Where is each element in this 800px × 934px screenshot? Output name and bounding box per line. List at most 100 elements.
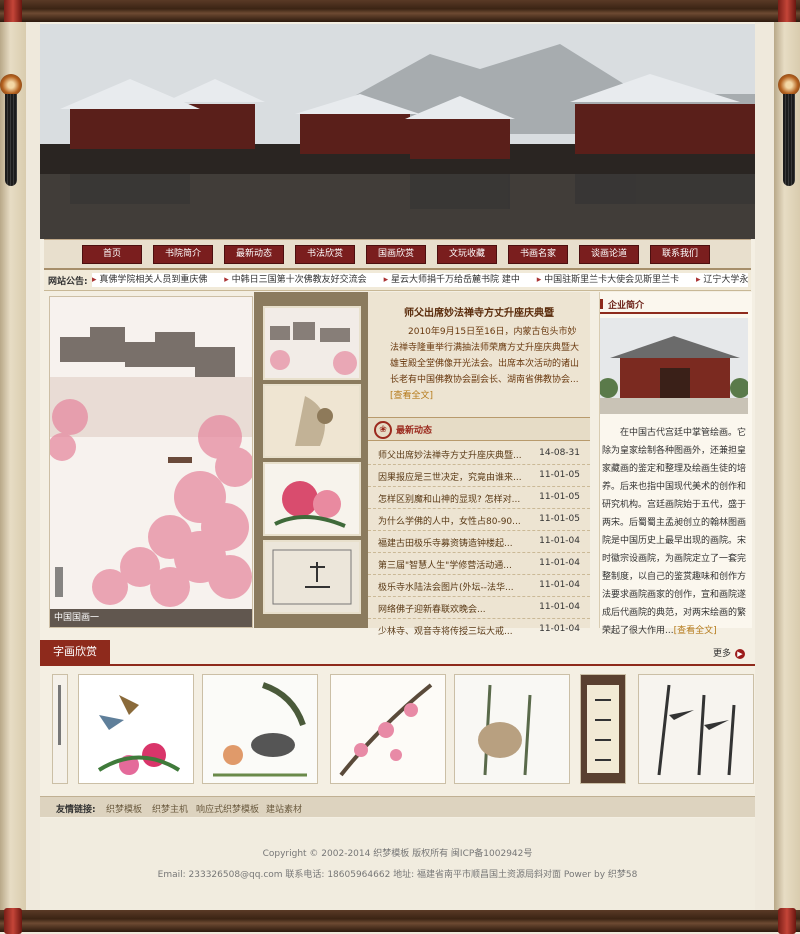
news-date: 11-01-04 [539, 624, 580, 634]
latest-news-title: 最新动态 [396, 426, 433, 436]
notice-item[interactable]: 星云大师捐千万给岳麓书院 建中 [384, 273, 520, 287]
more-label[interactable]: 更多 [713, 649, 731, 659]
nav-item-home[interactable]: 首页 [82, 245, 142, 264]
rod-end-right [778, 0, 796, 24]
notice-item[interactable]: 中韩日三国第十次佛教友好交流会 [224, 273, 367, 287]
rod-end-left [4, 0, 22, 24]
intro-image [598, 318, 750, 414]
news-date: 14-08-31 [539, 448, 580, 458]
news-date: 11-01-04 [539, 558, 580, 568]
nav-item-news[interactable]: 最新动态 [224, 245, 284, 264]
friend-link[interactable]: 织梦主机 [152, 802, 188, 815]
friend-links-label: 友情链接: [56, 805, 96, 815]
news-date: 11-01-05 [539, 470, 580, 480]
news-title[interactable]: 因果报应是三世决定，究竟由谁来... [378, 470, 528, 483]
news-date: 11-01-04 [539, 536, 580, 546]
thumbnail[interactable] [263, 462, 361, 536]
scroll-bottom-rod [0, 908, 800, 934]
gallery-item[interactable] [52, 674, 68, 784]
ornament-icon-right [778, 74, 800, 96]
featured-painting[interactable]: 中国国画一 [49, 296, 253, 628]
friend-link[interactable]: 织梦模板 [106, 802, 142, 815]
news-row[interactable]: 师父出席妙法禅寺方丈升座庆典暨... 14-08-31 [368, 443, 590, 465]
intro-text: 在中国古代宫廷中掌管绘画。它除为皇家绘制各种图画外，还兼担皇家藏画的鉴定和整理及… [602, 428, 747, 636]
notice-item[interactable]: 真佛学院相关人员到重庆佛 [92, 273, 207, 287]
notice-marquee: 真佛学院相关人员到重庆佛 中韩日三国第十次佛教友好交流会 星云大师捐千万给岳麓书… [92, 273, 748, 287]
news-row[interactable]: 怎样区别魔和山神的显现? 怎样对... 11-01-05 [368, 487, 590, 509]
feature-read-more-link[interactable]: [查看全文] [390, 391, 433, 401]
friend-link[interactable]: 响应式织梦模板 [196, 802, 259, 815]
nav-item-painting[interactable]: 国画欣赏 [366, 245, 426, 264]
rod-end-left [4, 908, 22, 934]
tassel-icon-left [5, 94, 17, 186]
news-row[interactable]: 网络佛子迎新春联欢晚会... 11-01-04 [368, 597, 590, 619]
latest-news-header: ❀ 最新动态 [368, 417, 590, 441]
scroll-top-rod [0, 0, 800, 24]
notice-item[interactable]: 中国驻斯里兰卡大使会见斯里兰卡 [537, 273, 679, 287]
tassel-icon-right [783, 94, 795, 186]
gallery-item[interactable] [580, 674, 626, 784]
feature-summary: 2010年9月15日至16日，内蒙古包头市妙法禅寺隆重举行满抽法师荣膺方丈升座庆… [390, 324, 580, 404]
rod-end-right [778, 908, 796, 934]
news-row[interactable]: 极乐寺水陆法会图片(外坛--法华... 11-01-04 [368, 575, 590, 597]
notice-bar: 网站公告: 真佛学院相关人员到重庆佛 中韩日三国第十次佛教友好交流会 星云大师捐… [44, 270, 751, 291]
gallery-item[interactable] [78, 674, 194, 784]
gallery-title: 字画欣赏 [40, 640, 110, 664]
news-title[interactable]: 极乐寺水陆法会图片(外坛--法华... [378, 580, 528, 593]
nav-item-artists[interactable]: 书画名家 [508, 245, 568, 264]
ornament-icon-left [0, 74, 22, 96]
news-column: 师父出席妙法禅寺方丈升座庆典暨 2010年9月15日至16日，内蒙古包头市妙法禅… [368, 292, 590, 637]
news-row[interactable]: 第三届"智慧人生"学修营活动通... 11-01-04 [368, 553, 590, 575]
intro-title: 企业简介 [608, 301, 645, 311]
intro-header: 企业简介 [600, 296, 748, 314]
news-date: 11-01-04 [539, 602, 580, 612]
nav-item-about[interactable]: 书院简介 [153, 245, 213, 264]
gallery-item[interactable] [202, 674, 318, 784]
thumbnail[interactable] [263, 306, 361, 380]
news-title[interactable]: 为什么学佛的人中，女性占80-90... [378, 514, 528, 527]
news-date: 11-01-04 [539, 580, 580, 590]
main-nav: 首页 书院简介 最新动态 书法欣赏 国画欣赏 文玩收藏 书画名家 谈画论道 联系… [44, 239, 751, 270]
news-row[interactable]: 因果报应是三世决定，究竟由谁来... 11-01-05 [368, 465, 590, 487]
news-title[interactable]: 第三届"智慧人生"学修营活动通... [378, 558, 528, 571]
gallery-item[interactable] [330, 674, 446, 784]
notice-item[interactable]: 辽宁大学永惺佛 [696, 273, 748, 287]
notice-label: 网站公告: [48, 277, 88, 287]
gallery-header: 字画欣赏 更多 ▶ [40, 640, 755, 666]
gallery-item[interactable] [638, 674, 754, 784]
friend-links: 友情链接: 织梦模板 织梦主机 响应式织梦模板 建站素材 [40, 796, 755, 817]
arrow-right-icon: ▶ [735, 649, 745, 659]
news-row[interactable]: 少林寺、观音寺将传授三坛大戒... 11-01-04 [368, 619, 590, 640]
news-title[interactable]: 少林寺、观音寺将传授三坛大戒... [378, 624, 528, 637]
gallery-more-link[interactable]: 更多 ▶ [713, 646, 745, 659]
intro-body: 在中国古代宫廷中掌管绘画。它除为皇家绘制各种图画外，还兼担皇家藏画的鉴定和整理及… [602, 424, 748, 640]
news-date: 11-01-05 [539, 492, 580, 502]
nav-item-contact[interactable]: 联系我们 [650, 245, 710, 264]
thumbnail[interactable] [263, 540, 361, 614]
gallery-item[interactable] [454, 674, 570, 784]
nav-item-discussion[interactable]: 谈画论道 [579, 245, 639, 264]
thumbnail[interactable] [263, 384, 361, 458]
section-marker-icon [600, 299, 603, 309]
news-title[interactable]: 网络佛子迎新春联欢晚会... [378, 602, 528, 615]
news-title[interactable]: 师父出席妙法禅寺方丈升座庆典暨... [378, 448, 528, 461]
copyright-text: Copyright © 2002-2014 织梦模板 版权所有 闽ICP备100… [262, 849, 533, 859]
company-intro: 企业简介 在中国古代宫廷中掌管绘画。它除为皇家绘制各种图画外，还兼担皇家藏画的鉴… [598, 292, 752, 636]
friend-link[interactable]: 建站素材 [266, 802, 302, 815]
gallery-strip [40, 672, 755, 790]
news-date: 11-01-05 [539, 514, 580, 524]
nav-item-calligraphy[interactable]: 书法欣赏 [295, 245, 355, 264]
featured-caption: 中国国画一 [50, 609, 252, 627]
feature-title[interactable]: 师父出席妙法禅寺方丈升座庆典暨 [368, 304, 590, 319]
news-row[interactable]: 福建古田极乐寺募资铸造钟楼起... 11-01-04 [368, 531, 590, 553]
banner-image [40, 24, 755, 239]
news-row[interactable]: 为什么学佛的人中，女性占80-90... 11-01-05 [368, 509, 590, 531]
page: 首页 书院简介 最新动态 书法欣赏 国画欣赏 文玩收藏 书画名家 谈画论道 联系… [40, 22, 755, 910]
intro-read-more-link[interactable]: [查看全文] [674, 626, 717, 636]
news-title[interactable]: 怎样区别魔和山神的显现? 怎样对... [378, 492, 528, 505]
thumbnail-strip [254, 292, 368, 628]
news-title[interactable]: 福建古田极乐寺募资铸造钟楼起... [378, 536, 528, 549]
nav-item-collection[interactable]: 文玩收藏 [437, 245, 497, 264]
contact-text: Email: 233326508@qq.com 联系电话: 1860596466… [157, 870, 638, 880]
feature-summary-text: 2010年9月15日至16日，内蒙古包头市妙法禅寺隆重举行满抽法师荣膺方丈升座庆… [390, 327, 580, 385]
